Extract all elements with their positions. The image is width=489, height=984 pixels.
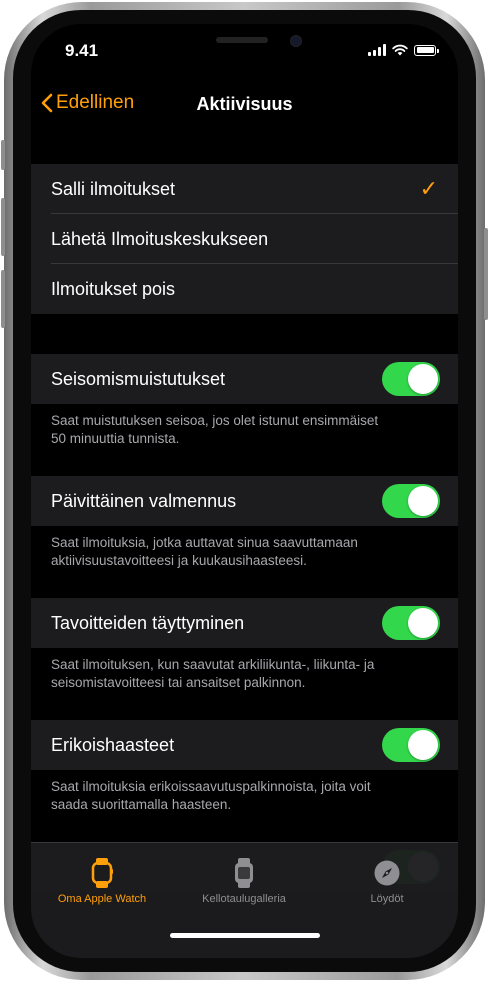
setting-footer: Saat ilmoituksia, jotka auttavat sinua s… — [31, 526, 458, 598]
tab-my-watch[interactable]: Oma Apple Watch — [31, 857, 173, 905]
tab-label: Oma Apple Watch — [57, 893, 147, 905]
setting-footer: Saat ilmoituksen, kun saavutat arkiliiku… — [31, 648, 458, 720]
setting-label: Seisomismuistutukset — [51, 368, 226, 389]
goal-completions-toggle[interactable] — [382, 606, 440, 640]
status-icons — [368, 43, 439, 57]
wifi-icon — [392, 44, 408, 56]
footer-line: aktiivisuustavoitteesi ja kuukausihaaste… — [51, 553, 307, 568]
setting-daily-coaching: Päivittäinen valmennus — [31, 476, 458, 526]
tab-bar: Oma Apple Watch Kellotaulugalleria Löydö… — [31, 842, 458, 958]
tab-face-gallery[interactable]: Kellotaulugalleria — [173, 857, 315, 905]
setting-footer: Saat ilmoituksia erikoissaavutuspalkinno… — [31, 770, 458, 842]
option-label: Ilmoitukset pois — [51, 278, 176, 299]
cellular-signal-icon — [368, 44, 386, 56]
watch-icon — [91, 858, 113, 888]
footer-line: Saat ilmoituksia, jotka auttavat sinua s… — [51, 535, 358, 550]
screen: 9.41 Edellinen Aktiivisuus Salli ilmoitu… — [31, 24, 458, 958]
tab-label: Löydöt — [370, 893, 404, 905]
volume-down-button — [1, 270, 5, 328]
stand-reminders-toggle[interactable] — [382, 362, 440, 396]
compass-icon — [374, 860, 400, 886]
option-allow-notifications[interactable]: Salli ilmoitukset ✓ — [31, 164, 458, 214]
settings-list: Salli ilmoitukset ✓ Lähetä Ilmoituskesku… — [31, 128, 458, 892]
checkmark-icon: ✓ — [419, 176, 438, 201]
footer-line: Saat ilmoituksen, kun saavutat arkiliiku… — [51, 657, 375, 672]
footer-line: seisomistavoitteesi tai ansaitset palkin… — [51, 675, 306, 690]
setting-label: Päivittäinen valmennus — [51, 490, 237, 511]
speaker — [216, 37, 268, 43]
special-challenges-toggle[interactable] — [382, 728, 440, 762]
home-indicator[interactable] — [170, 933, 320, 938]
volume-up-button — [1, 198, 5, 256]
battery-icon — [414, 44, 439, 56]
mute-switch — [1, 140, 5, 170]
setting-label: Erikoishaasteet — [51, 734, 175, 755]
side-button — [484, 228, 488, 320]
setting-special-challenges: Erikoishaasteet — [31, 720, 458, 770]
footer-line: 50 minuuttia tunnista. — [51, 431, 180, 446]
watch-face-gallery-icon — [235, 858, 253, 888]
footer-line: saada suorittamalla haasteen. — [51, 797, 232, 812]
daily-coaching-toggle[interactable] — [382, 484, 440, 518]
option-label: Salli ilmoitukset — [51, 178, 176, 199]
page-title: Aktiivisuus — [196, 94, 293, 114]
setting-footer: Saat muistutuksen seisoa, jos olet istun… — [31, 404, 458, 476]
section-gap — [31, 314, 458, 354]
footer-line: Saat muistutuksen seisoa, jos olet istun… — [51, 413, 379, 428]
option-label: Lähetä Ilmoituskeskukseen — [51, 228, 269, 249]
notch — [131, 24, 357, 58]
setting-stand-reminders: Seisomismuistutukset — [31, 354, 458, 404]
setting-label: Tavoitteiden täyttyminen — [51, 612, 245, 633]
option-notifications-off[interactable]: Ilmoitukset pois — [31, 264, 458, 314]
status-time: 9.41 — [65, 41, 99, 60]
setting-goal-completions: Tavoitteiden täyttyminen — [31, 598, 458, 648]
footer-line: Saat ilmoituksia erikoissaavutuspalkinno… — [51, 779, 371, 794]
section-gap — [31, 128, 458, 164]
camera — [290, 35, 302, 47]
tab-label: Kellotaulugalleria — [202, 893, 286, 905]
navigation-bar: Edellinen Aktiivisuus — [31, 86, 458, 126]
option-send-to-notification-center[interactable]: Lähetä Ilmoituskeskukseen — [31, 214, 458, 264]
tab-discover[interactable]: Löydöt — [316, 857, 458, 905]
